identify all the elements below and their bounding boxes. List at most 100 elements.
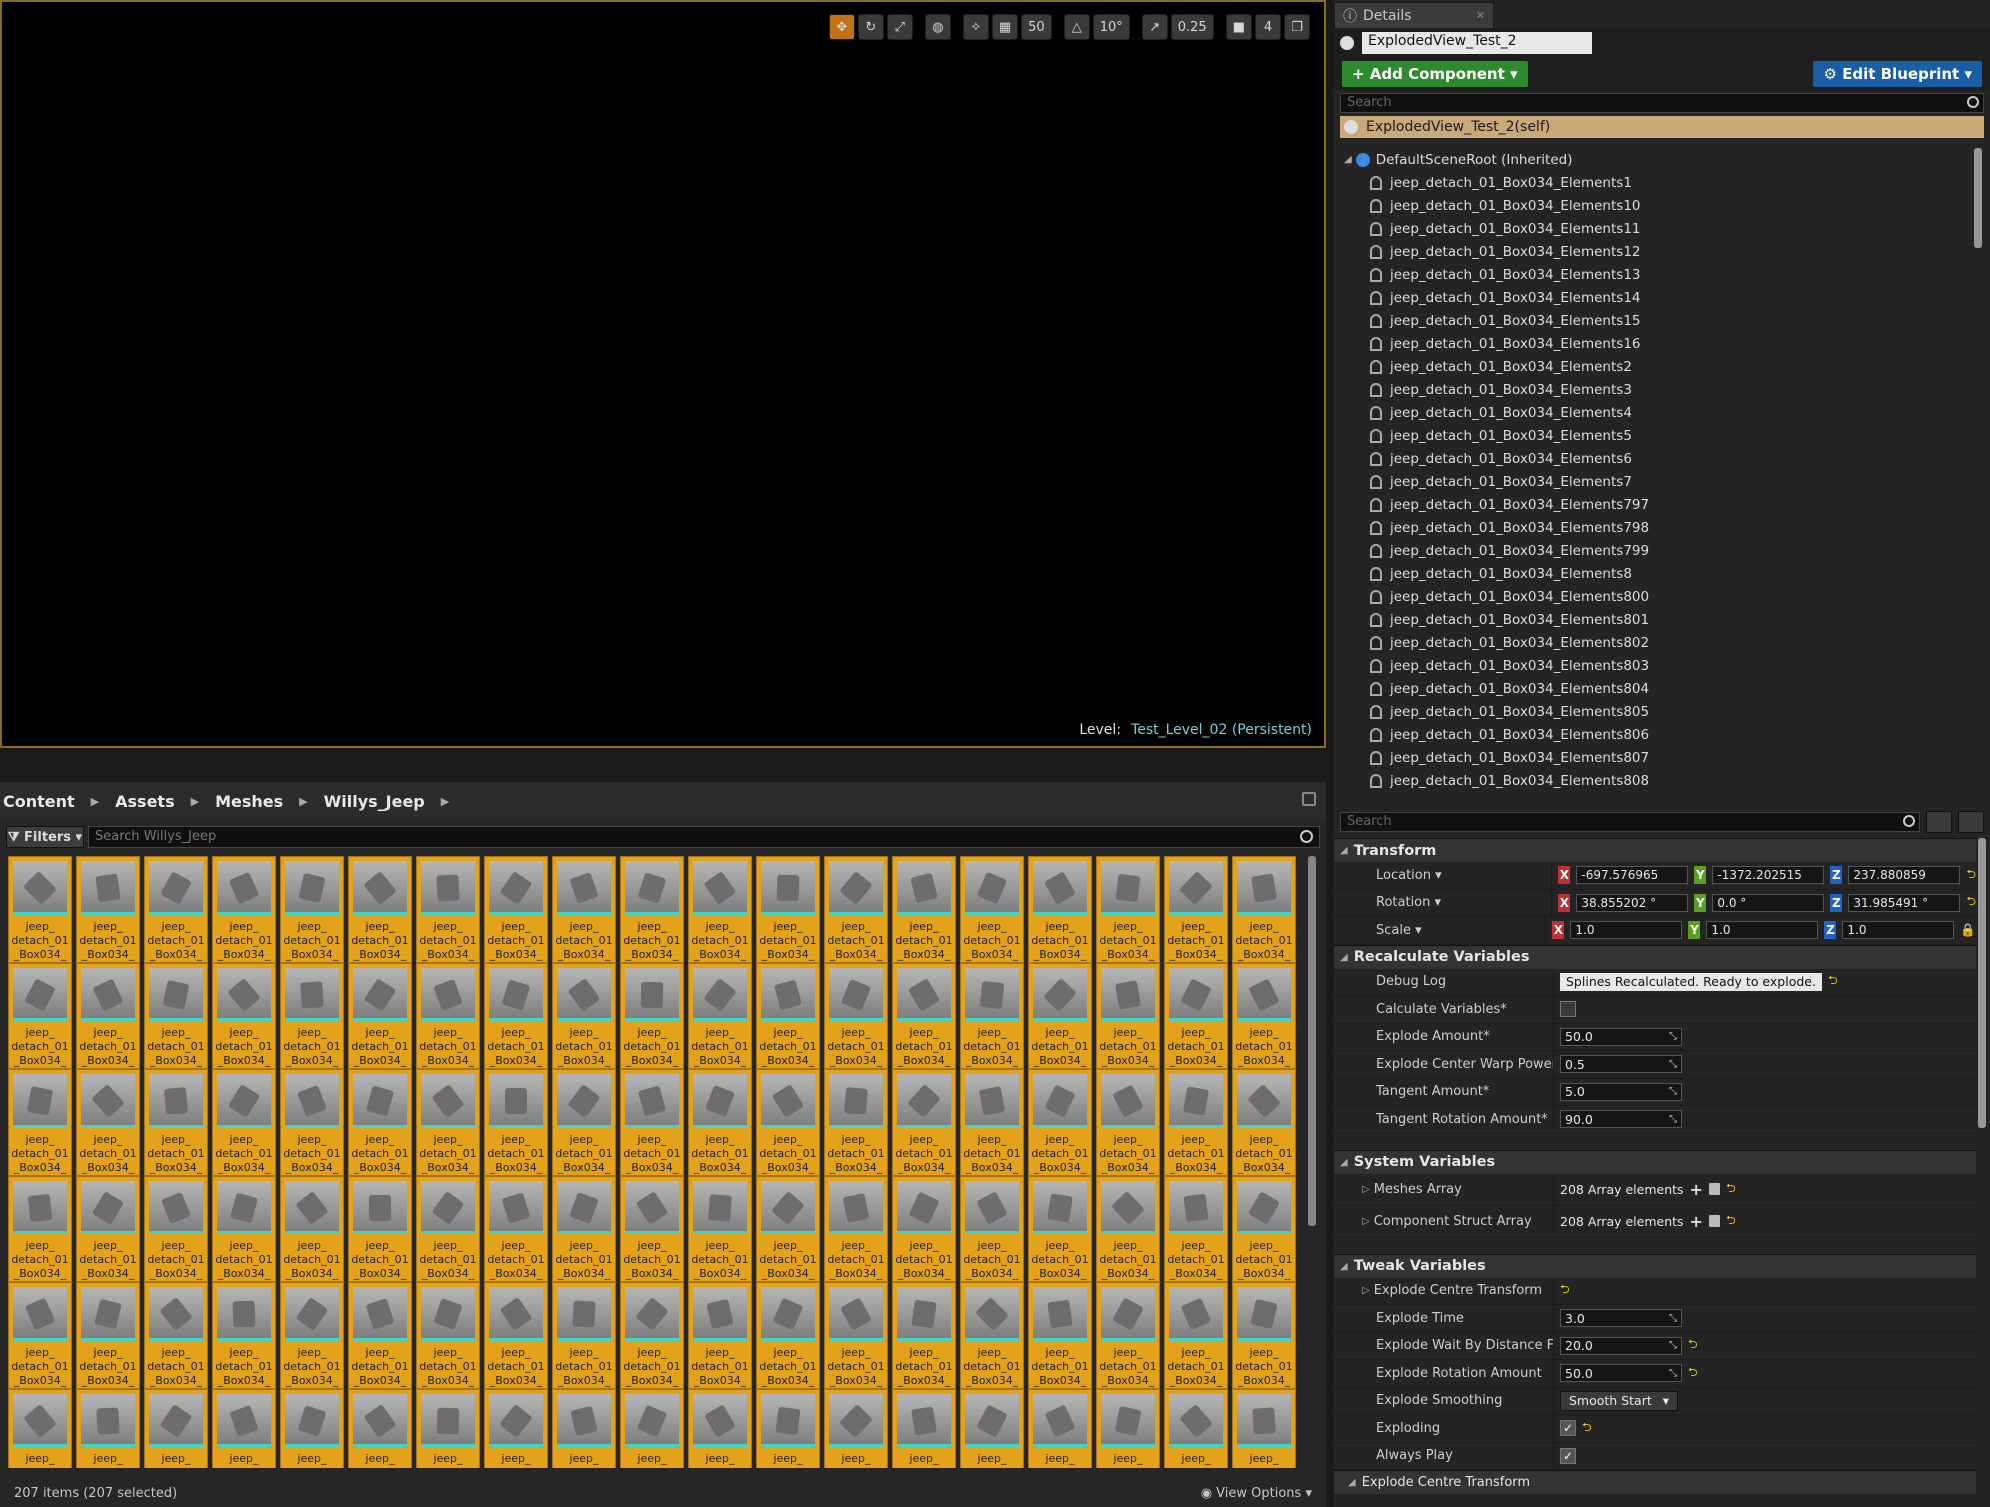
asset-tile[interactable]: jeep_detach_01_Box034_	[688, 1175, 752, 1282]
scale-snap-icon[interactable]: ↗	[1141, 14, 1168, 40]
asset-tile[interactable]: jeep_detach_01_Box034_	[280, 1175, 344, 1282]
edit-blueprint-button[interactable]: ⚙ Edit Blueprint ▾	[1813, 61, 1982, 87]
tangent-amount-field[interactable]: 5.0 ⤡	[1560, 1082, 1682, 1101]
asset-tile[interactable]: jeep_detach_01_Box034_	[552, 1388, 616, 1468]
tree-item[interactable]: jeep_detach_01_Box034_Elements10	[1340, 194, 1970, 217]
asset-tile[interactable]: jeep_detach_01_Box034_	[484, 1175, 548, 1282]
asset-tile[interactable]: jeep_detach_01_Box034_	[960, 1388, 1024, 1468]
surface-snap-icon[interactable]: ✧	[962, 14, 989, 40]
tree-item[interactable]: jeep_detach_01_Box034_Elements16	[1340, 332, 1970, 355]
always-play-checkbox[interactable]: ✓	[1560, 1447, 1576, 1464]
location-x-field[interactable]: -697.576965	[1576, 866, 1689, 885]
lock-icon[interactable]	[1302, 792, 1316, 806]
tree-item[interactable]: jeep_detach_01_Box034_Elements5	[1340, 424, 1970, 447]
rotation-y-field[interactable]: 0.0 °	[1712, 893, 1825, 912]
asset-tile[interactable]: jeep_detach_01_Box034_	[348, 1175, 412, 1282]
asset-tile[interactable]: jeep_detach_01_Box034_	[1096, 1388, 1160, 1468]
asset-tile[interactable]: jeep_detach_01_Box034_	[416, 1282, 480, 1389]
asset-tile[interactable]: jeep_detach_01_Box034_	[484, 1388, 548, 1468]
asset-tile[interactable]: jeep_detach_01_Box034_	[280, 856, 344, 963]
asset-tile[interactable]: jeep_detach_01_Box034_	[1096, 1069, 1160, 1176]
asset-tile[interactable]: jeep_detach_01_Box034_	[892, 1388, 956, 1468]
asset-tile[interactable]: jeep_detach_01_Box034_	[212, 1282, 276, 1389]
asset-tile[interactable]: jeep_detach_01_Box034_	[688, 856, 752, 963]
asset-tile[interactable]: jeep_detach_01_Box034_	[960, 856, 1024, 963]
asset-tile[interactable]: jeep_detach_01_Box034_	[824, 1388, 888, 1468]
tree-item[interactable]: jeep_detach_01_Box034_Elements8	[1340, 562, 1970, 585]
asset-tile[interactable]: jeep_detach_01_Box034_	[688, 1069, 752, 1176]
reset-icon[interactable]: ⮌	[1560, 1280, 1570, 1301]
add-element-icon[interactable]: +	[1690, 1180, 1703, 1199]
asset-tile[interactable]: jeep_detach_01_Box034_	[892, 1069, 956, 1176]
chevron-right-icon[interactable]: ▶	[441, 795, 449, 808]
asset-tile[interactable]: jeep_detach_01_Box034_	[348, 856, 412, 963]
tree-item[interactable]: jeep_detach_01_Box034_Elements806	[1340, 723, 1970, 746]
asset-tile[interactable]: jeep_detach_01_Box034_	[1164, 962, 1228, 1069]
scrollbar[interactable]	[1974, 148, 1982, 248]
category-system[interactable]: ◢ System Variables	[1334, 1149, 1976, 1174]
tree-item[interactable]: jeep_detach_01_Box034_Elements803	[1340, 654, 1970, 677]
scale-y-field[interactable]: 1.0	[1706, 921, 1819, 940]
asset-tile[interactable]: jeep_detach_01_Box034_	[552, 1282, 616, 1389]
explode-amount-field[interactable]: 50.0 ⤡	[1560, 1027, 1682, 1046]
scale-snap-value[interactable]: 0.25	[1170, 14, 1214, 40]
add-component-button[interactable]: + Add Component ▾	[1342, 61, 1528, 87]
asset-tile[interactable]: jeep_detach_01_Box034_	[280, 1282, 344, 1389]
asset-tile[interactable]: jeep_detach_01_Box034_	[756, 1069, 820, 1176]
asset-tile[interactable]: jeep_detach_01_Box034_	[1164, 1388, 1228, 1468]
asset-tile[interactable]: jeep_detach_01_Box034_	[552, 1069, 616, 1176]
object-name-field[interactable]: ExplodedView_Test_2	[1362, 32, 1592, 54]
tree-item[interactable]: jeep_detach_01_Box034_Elements800	[1340, 585, 1970, 608]
asset-tile[interactable]: jeep_detach_01_Box034_	[280, 1388, 344, 1468]
asset-tile[interactable]: jeep_detach_01_Box034_	[756, 1175, 820, 1282]
asset-tile[interactable]: jeep_detach_01_Box034_	[348, 962, 412, 1069]
filters-button[interactable]: ⧩ Filters ▾	[6, 826, 84, 848]
asset-tile[interactable]: jeep_detach_01_Box034_	[212, 962, 276, 1069]
asset-tile[interactable]: jeep_detach_01_Box034_	[1164, 1175, 1228, 1282]
asset-tile[interactable]: jeep_detach_01_Box034_	[960, 1282, 1024, 1389]
rotation-snap-icon[interactable]: △	[1063, 14, 1090, 40]
tree-item[interactable]: jeep_detach_01_Box034_Elements11	[1340, 217, 1970, 240]
asset-tile[interactable]: jeep_detach_01_Box034_	[824, 856, 888, 963]
asset-tile[interactable]: jeep_detach_01_Box034_	[280, 1069, 344, 1176]
asset-tile[interactable]: jeep_detach_01_Box034_	[756, 1282, 820, 1389]
explode-time-field[interactable]: 3.0 ⤡	[1560, 1309, 1682, 1328]
chevron-right-icon[interactable]: ▶	[191, 795, 199, 808]
asset-tile[interactable]: jeep_detach_01_Box034_	[1096, 856, 1160, 963]
chevron-right-icon[interactable]: ▶	[91, 795, 99, 808]
location-y-field[interactable]: -1372.202515	[1712, 866, 1825, 885]
asset-tile[interactable]: jeep_detach_01_Box034_	[212, 1388, 276, 1468]
component-search-input[interactable]: Search	[1340, 93, 1984, 113]
tree-item[interactable]: jeep_detach_01_Box034_Elements15	[1340, 309, 1970, 332]
tree-item[interactable]: jeep_detach_01_Box034_Elements3	[1340, 378, 1970, 401]
asset-tile[interactable]: jeep_detach_01_Box034_	[620, 962, 684, 1069]
asset-tile[interactable]: jeep_detach_01_Box034_	[756, 962, 820, 1069]
asset-tile[interactable]: jeep_detach_01_Box034_	[416, 1069, 480, 1176]
search-input[interactable]: Search Willys_Jeep	[88, 826, 1320, 848]
asset-tile[interactable]: jeep_detach_01_Box034_	[484, 1282, 548, 1389]
asset-tile[interactable]: jeep_detach_01_Box034_	[144, 1388, 208, 1468]
asset-tile[interactable]: jeep_detach_01_Box034_	[144, 1175, 208, 1282]
asset-tile[interactable]: jeep_detach_01_Box034_	[1028, 1282, 1092, 1389]
asset-tile[interactable]: jeep_detach_01_Box034_	[552, 962, 616, 1069]
location-z-field[interactable]: 237.880859	[1848, 866, 1961, 885]
asset-tile[interactable]: jeep_detach_01_Box034_	[144, 1069, 208, 1176]
asset-tile[interactable]: jeep_detach_01_Box034_	[484, 962, 548, 1069]
tree-root[interactable]: ◢ DefaultSceneRoot (Inherited)	[1340, 148, 1970, 171]
category-recalculate[interactable]: ◢ Recalculate Variables	[1334, 944, 1976, 969]
asset-tile[interactable]: jeep_detach_01_Box034_	[76, 1175, 140, 1282]
asset-tile[interactable]: jeep_detach_01_Box034_	[416, 962, 480, 1069]
asset-tile[interactable]: jeep_detach_01_Box034_	[1096, 1282, 1160, 1389]
asset-tile[interactable]: jeep_detach_01_Box034_	[8, 1175, 72, 1282]
chevron-right-icon[interactable]: ▶	[299, 795, 307, 808]
asset-tile[interactable]: jeep_detach_01_Box034_	[892, 1175, 956, 1282]
rotation-z-field[interactable]: 31.985491 °	[1848, 893, 1961, 912]
asset-tile[interactable]: jeep_detach_01_Box034_	[8, 1388, 72, 1468]
self-row[interactable]: ExplodedView_Test_2(self)	[1340, 116, 1984, 138]
trash-icon[interactable]	[1708, 1183, 1720, 1195]
reset-icon[interactable]: ⮌	[1966, 865, 1976, 886]
rotation-snap-value[interactable]: 10°	[1092, 14, 1130, 40]
category-tweak[interactable]: ◢ Tweak Variables	[1334, 1253, 1976, 1278]
asset-tile[interactable]: jeep_detach_01_Box034_	[76, 856, 140, 963]
breadcrumb-assets[interactable]: Assets	[115, 792, 174, 811]
